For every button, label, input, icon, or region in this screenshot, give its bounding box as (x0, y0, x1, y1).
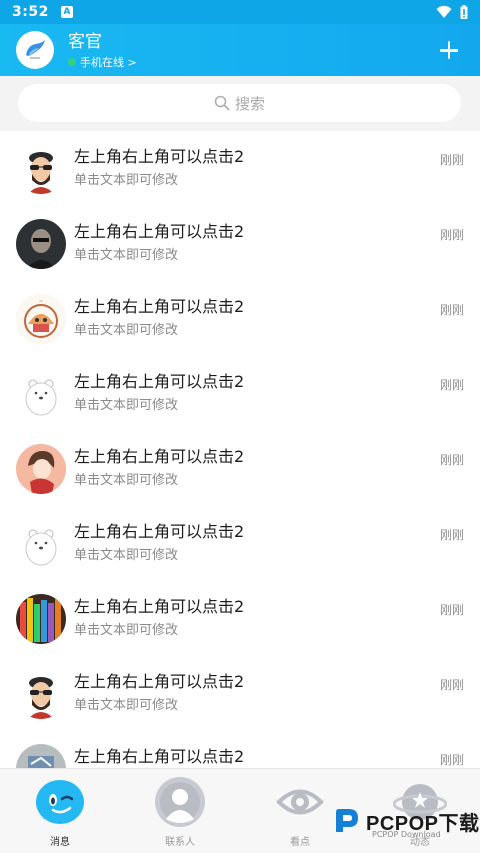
avatar[interactable] (16, 668, 66, 719)
avatar[interactable] (16, 593, 66, 644)
contact-icon (155, 777, 205, 827)
chat-time: 刚刚 (439, 303, 464, 317)
chat-time: 刚刚 (439, 453, 464, 467)
chat-text: 左上角右上角可以点击2单击文本即可修改 (74, 746, 244, 769)
eye-icon (276, 789, 324, 815)
gray-photo-avatar-image (16, 743, 66, 768)
search-placeholder: 搜索 (234, 94, 265, 113)
svg-text:~: ~ (39, 299, 43, 305)
app-logo[interactable] (16, 31, 54, 69)
chat-text: 左上角右上角可以点击2 单击文本即可修改 (74, 446, 244, 490)
wifi-icon (436, 5, 452, 18)
chat-list-item[interactable]: 左上角右上角可以点击2 单击文本即可修改 刚刚 (0, 656, 480, 731)
sunglasses-man-avatar-image (16, 668, 66, 719)
colored-pencils-avatar-image (16, 593, 66, 644)
chat-list-item[interactable]: 左上角右上角可以点击2 单击文本即可修改 刚刚 (0, 506, 480, 581)
watermark: PCPOP下载 PCPOP Download (332, 806, 480, 839)
nav-tab-1[interactable]: 联系人 (120, 769, 240, 853)
chat-text: 左上角右上角可以点击2 单击文本即可修改 (74, 146, 244, 190)
header-info[interactable]: 客官 手机在线 > (68, 31, 137, 70)
chat-text: 左上角右上角可以点击2 单击文本即可修改 (74, 521, 244, 565)
chat-title: 左上角右上角可以点击2 (74, 146, 245, 166)
chat-time: 刚刚 (439, 228, 464, 242)
man-dark-photo-avatar-image (16, 218, 66, 269)
search-input[interactable]: 搜索 (18, 84, 461, 122)
chat-title: 左上角右上角可以点击2 (74, 371, 245, 391)
chat-text: 左上角右上角可以点击2 单击文本即可修改 (74, 371, 244, 415)
avatar[interactable] (16, 368, 66, 419)
white-bear-avatar-image (16, 368, 66, 419)
battery-icon (460, 5, 468, 19)
online-status[interactable]: 手机在线 > (68, 54, 137, 70)
chat-list-item[interactable]: 左上角右上角可以点击2 单击文本即可修改 刚刚 (0, 131, 480, 206)
chat-subtitle: 单击文本即可修改 (74, 622, 179, 638)
search-area: 搜索 (0, 76, 480, 131)
chat-time: 刚刚 (439, 753, 464, 767)
avatar[interactable] (16, 518, 66, 569)
online-status-label: 手机在线 > (80, 55, 137, 69)
chat-text: 左上角右上角可以点击2 单击文本即可修改 (74, 671, 244, 715)
chat-subtitle: 单击文本即可修改 (74, 547, 179, 563)
avatar[interactable] (16, 443, 66, 494)
chat-subtitle: 单击文本即可修改 (74, 397, 179, 413)
chat-title: 左上角右上角可以点击2 (74, 521, 245, 541)
app-header: 客官 手机在线 > (0, 24, 480, 76)
header-title: 客官 (68, 31, 102, 52)
nav-tab-label: 消息 (50, 837, 70, 848)
chat-time: 刚刚 (439, 603, 464, 617)
status-icons (436, 5, 468, 19)
nav-tab-label: 联系人 (165, 837, 195, 848)
chat-subtitle: 单击文本即可修改 (74, 247, 179, 263)
chat-text: 左上角右上角可以点击2 单击文本即可修改 (74, 596, 244, 640)
chat-time: 刚刚 (439, 678, 464, 692)
status-time: 3:52 (12, 4, 49, 20)
notification-badge: A (60, 6, 73, 18)
chat-title: 左上角右上角可以点击2 (74, 446, 245, 466)
chat-subtitle: 单击文本即可修改 (74, 172, 179, 188)
chat-title: 左上角右上角可以点击2 (74, 671, 245, 691)
chat-list-item[interactable]: 左上角右上角可以点击2 单击文本即可修改 刚刚 (0, 431, 480, 506)
sunglasses-man-avatar-image (16, 143, 66, 194)
chat-list[interactable]: 左上角右上角可以点击2 单击文本即可修改 刚刚 左上角右上角可以点击2 单击文本即可修改… (0, 131, 480, 768)
anime-boy-avatar-image (16, 443, 66, 494)
nav-tab-label: 看点 (290, 837, 310, 848)
chat-time: 刚刚 (439, 378, 464, 392)
chat-list-item[interactable]: 左上角右上角可以点击2单击文本即可修改 刚刚 (0, 731, 480, 768)
status-bar: 3:52 A (0, 0, 480, 24)
avatar[interactable] (16, 743, 66, 768)
chat-title: 左上角右上角可以点击2 (74, 596, 245, 616)
chat-text: 左上角右上角可以点击2 单击文本即可修改 (74, 296, 244, 340)
chat-title: 左上角右上角可以点击2 (74, 221, 245, 241)
avatar[interactable] (16, 218, 66, 269)
add-button[interactable] (434, 35, 464, 65)
avatar[interactable]: ~ (16, 293, 66, 344)
chat-list-item[interactable]: 左上角右上角可以点击2 单击文本即可修改 刚刚 (0, 206, 480, 281)
chat-list-item[interactable]: ~ 左上角右上角可以点击2 单击文本即可修改 刚刚 (0, 281, 480, 356)
chat-text: 左上角右上角可以点击2 单击文本即可修改 (74, 221, 244, 265)
chat-time: 刚刚 (439, 528, 464, 542)
online-dot-icon (68, 57, 76, 66)
search-icon (214, 95, 230, 111)
nav-tab-0[interactable]: 消息 (0, 769, 120, 853)
chat-subtitle: 单击文本即可修改 (74, 472, 179, 488)
chat-bubble-icon (36, 780, 84, 824)
pcpop-logo-icon (336, 809, 358, 832)
chat-title: 左上角右上角可以点击2 (74, 296, 245, 316)
chat-title: 左上角右上角可以点击2 (74, 746, 245, 766)
watermark-sub: PCPOP Download (372, 830, 441, 839)
chat-subtitle: 单击文本即可修改 (74, 322, 179, 338)
chat-list-item[interactable]: 左上角右上角可以点击2 单击文本即可修改 刚刚 (0, 581, 480, 656)
cartoon-sketch-avatar-image: ~ (16, 293, 66, 344)
bird-logo-icon (26, 40, 45, 59)
chat-list-item[interactable]: 左上角右上角可以点击2 单击文本即可修改 刚刚 (0, 356, 480, 431)
white-bear-avatar-image (16, 518, 66, 569)
chat-subtitle: 单击文本即可修改 (74, 697, 179, 713)
chat-time: 刚刚 (439, 153, 464, 167)
avatar[interactable] (16, 143, 66, 194)
